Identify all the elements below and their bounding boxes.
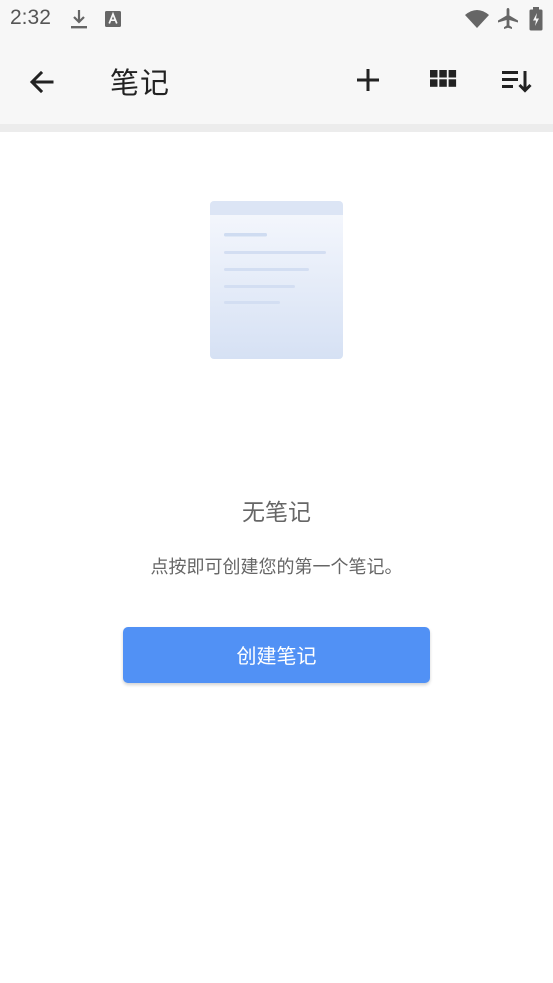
back-button[interactable] bbox=[22, 62, 62, 102]
sort-button[interactable] bbox=[497, 60, 537, 100]
empty-state-description: 点按即可创建您的第一个笔记。 bbox=[150, 557, 403, 578]
add-icon bbox=[357, 69, 379, 91]
status-bar: 2:32 bbox=[0, 0, 553, 38]
grid-view-icon bbox=[430, 70, 457, 87]
add-note-button[interactable] bbox=[348, 60, 388, 100]
wifi-icon bbox=[465, 10, 489, 28]
airplane-icon bbox=[498, 8, 518, 29]
status-time: 2:32 bbox=[10, 6, 51, 29]
document-icon bbox=[210, 201, 343, 359]
back-arrow-icon bbox=[29, 70, 54, 94]
font-a-icon bbox=[105, 11, 121, 27]
battery-icon bbox=[529, 7, 543, 31]
download-icon bbox=[71, 10, 87, 29]
sort-icon bbox=[502, 71, 532, 93]
app-bar: 笔记 bbox=[0, 38, 553, 124]
page-title: 笔记 bbox=[110, 66, 171, 100]
create-note-button[interactable]: 创建笔记 bbox=[123, 627, 430, 683]
app-bar-divider bbox=[0, 124, 553, 132]
empty-state-title: 无笔记 bbox=[242, 500, 311, 526]
grid-view-button[interactable] bbox=[423, 60, 463, 100]
